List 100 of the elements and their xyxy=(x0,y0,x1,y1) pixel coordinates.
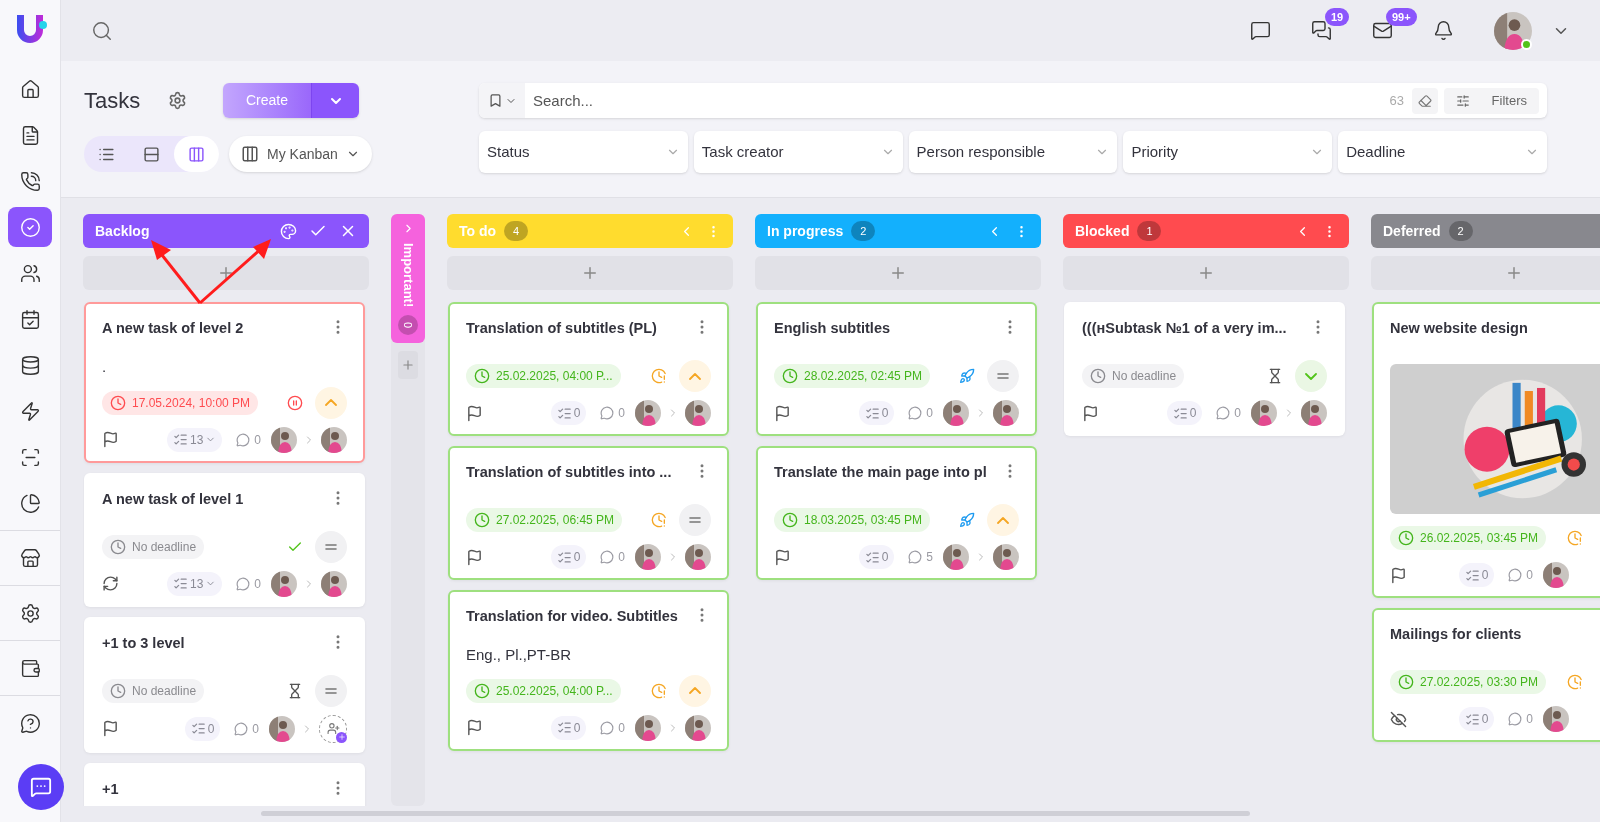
task-title[interactable]: Translate the main page into pl xyxy=(774,460,987,482)
avatar[interactable] xyxy=(943,400,969,426)
page-title: Tasks xyxy=(84,87,142,115)
deadline-text: 25.02.2025, 04:00 P... xyxy=(496,368,613,385)
avatar[interactable] xyxy=(269,715,295,742)
priority-indicator[interactable] xyxy=(987,360,1019,392)
avatar[interactable] xyxy=(635,544,661,570)
avatar[interactable] xyxy=(271,426,297,453)
column-count: 2 xyxy=(851,221,876,241)
column-title: Deferred xyxy=(1383,221,1441,241)
hourglass-icon xyxy=(1267,368,1283,384)
comments-count: 5 xyxy=(926,549,933,566)
flag-icon[interactable] xyxy=(466,719,483,736)
flag-icon[interactable] xyxy=(102,431,119,448)
pie-chart-icon xyxy=(19,492,41,514)
avatar[interactable] xyxy=(1301,400,1327,426)
board-select[interactable]: My Kanban xyxy=(229,136,372,172)
avatar[interactable] xyxy=(1543,562,1569,588)
task-card[interactable]: Mailings for clients 27.02.2025, 03:30 PM 0 0 xyxy=(1372,608,1600,742)
view-toggle[interactable] xyxy=(174,136,219,172)
task-card[interactable]: A new task of level 1 No deadline 13 0 xyxy=(84,472,365,607)
task-card[interactable]: A new task of level 2 . 17.05.2024, 10:00 PM 13 0 xyxy=(84,302,365,463)
repeat-icon[interactable] xyxy=(102,575,119,592)
bell-icon[interactable] xyxy=(1433,20,1454,41)
mail-icon[interactable] xyxy=(1372,20,1393,41)
columns-icon xyxy=(241,145,259,163)
flag-icon[interactable] xyxy=(102,720,119,737)
task-card[interactable]: +1 to 3 level No deadline 0 0 xyxy=(84,616,365,753)
avatar[interactable] xyxy=(321,426,347,453)
task-title[interactable]: A new task of level 2 xyxy=(102,316,244,338)
task-card[interactable]: Translation of subtitles (PL) 25.02.2025, 04:00 P... 0 0 xyxy=(448,302,729,436)
task-title[interactable]: Translation for video. Subtitles xyxy=(466,604,678,626)
filter-dropdown[interactable]: Status xyxy=(479,131,688,173)
settings-icon[interactable] xyxy=(168,91,187,110)
flag-icon[interactable] xyxy=(774,404,791,422)
filter-dropdown[interactable]: Task creator xyxy=(693,131,903,173)
task-title[interactable]: +1 xyxy=(102,776,119,799)
task-card[interactable]: (((нSubtask №1 of a very im... No deadline 0 0 xyxy=(1064,302,1345,436)
task-card[interactable]: Translation of subtitles into ... 27.02.2025, 06:45 PM 0 0 xyxy=(448,446,729,580)
task-title[interactable]: Mailings for clients xyxy=(1390,622,1522,644)
avatar[interactable] xyxy=(321,570,347,597)
filter-dropdown[interactable]: Person responsible xyxy=(908,131,1118,173)
task-title[interactable]: Translation of subtitles into ... xyxy=(466,460,672,482)
avatar[interactable] xyxy=(943,544,969,570)
flag-icon[interactable] xyxy=(774,548,791,566)
task-title[interactable]: New website design xyxy=(1390,316,1528,338)
task-card[interactable]: New website design 26.02.2025, 03:45 PM 0 0 xyxy=(1372,302,1600,598)
filter-label: Status xyxy=(487,141,530,162)
task-card[interactable]: Translation for video. Subtitles Eng., Pl.,PT-BR 25.02.2025, 04:00 P... 0 0 xyxy=(448,590,729,751)
clock-icon xyxy=(110,538,126,555)
clock-icon xyxy=(782,512,798,528)
filter-dropdown[interactable]: Deadline xyxy=(1338,131,1547,173)
task-card[interactable]: +1 xyxy=(84,762,365,806)
task-title[interactable]: A new task of level 1 xyxy=(102,486,244,509)
filter-dropdown[interactable]: Priority xyxy=(1123,131,1333,173)
flag-icon[interactable] xyxy=(1390,566,1407,584)
priority-indicator[interactable] xyxy=(315,674,347,707)
avatar[interactable] xyxy=(1251,400,1277,426)
task-title[interactable]: (((нSubtask №1 of a very im... xyxy=(1082,316,1287,338)
comment-icon xyxy=(1508,568,1523,582)
avatar[interactable] xyxy=(685,714,711,741)
flag-icon[interactable] xyxy=(1082,404,1099,422)
comment-icon xyxy=(236,432,251,447)
dropdown-button[interactable] xyxy=(311,83,359,118)
chat-icon[interactable] xyxy=(1250,20,1271,41)
task-card[interactable]: English subtitles 28.02.2025, 02:45 PM 0 0 xyxy=(756,302,1037,436)
search-bar[interactable]: Search... 63 Filters xyxy=(479,83,1547,118)
task-card[interactable]: Translate the main page into pl 18.03.2025, 03:45 PM 0 5 xyxy=(756,446,1037,580)
avatar[interactable] xyxy=(635,714,661,741)
eye-off-icon[interactable] xyxy=(1390,710,1407,728)
search-icon[interactable] xyxy=(91,19,113,42)
comment-icon xyxy=(1508,712,1523,726)
column-count: 1 xyxy=(1137,221,1162,241)
subtasks-count: 0 xyxy=(573,549,581,566)
clear-button[interactable] xyxy=(1412,87,1438,114)
avatar[interactable] xyxy=(993,544,1019,570)
flag-icon[interactable] xyxy=(466,548,483,566)
task-title[interactable]: English subtitles xyxy=(774,316,890,338)
clock-icon xyxy=(110,682,126,699)
avatar[interactable] xyxy=(685,544,711,570)
priority-indicator[interactable] xyxy=(315,530,347,563)
avatar[interactable] xyxy=(635,400,661,426)
clock-alert-icon xyxy=(651,512,667,528)
task-title[interactable]: Translation of subtitles (PL) xyxy=(466,316,657,338)
calendar-icon xyxy=(19,308,41,330)
avatar[interactable] xyxy=(1543,706,1569,732)
palette-icon[interactable] xyxy=(280,222,297,240)
flag-icon[interactable] xyxy=(466,404,483,422)
filters-button[interactable]: Filters xyxy=(1444,87,1539,114)
search-field[interactable]: Search... xyxy=(525,83,1390,118)
avatar[interactable] xyxy=(685,400,711,426)
collapsed-column-header[interactable]: Important! 0 xyxy=(391,214,425,344)
priority-indicator[interactable] xyxy=(679,504,711,536)
avatar[interactable] xyxy=(993,400,1019,426)
avatar[interactable] xyxy=(1494,11,1532,50)
chats-icon[interactable] xyxy=(1311,20,1332,41)
task-title[interactable]: +1 to 3 level xyxy=(102,630,185,653)
avatar[interactable] xyxy=(271,570,297,597)
bookmark-dropdown[interactable] xyxy=(479,83,525,118)
column-title: In progress xyxy=(767,221,844,241)
